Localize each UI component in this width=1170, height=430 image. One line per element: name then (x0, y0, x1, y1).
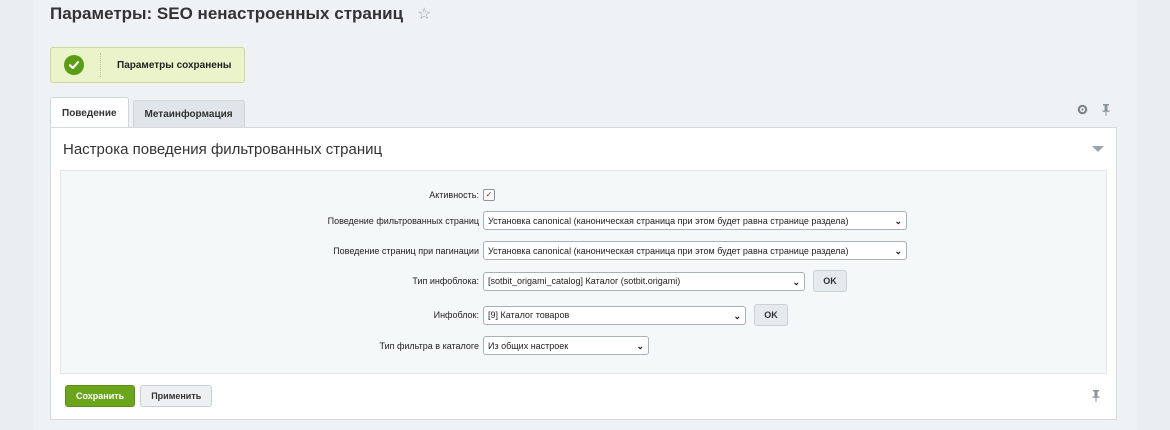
chevron-down-icon: ⌄ (894, 216, 902, 226)
active-label: Активность: (429, 190, 479, 200)
settings-panel: Настрока поведения фильтрованных страниц… (50, 127, 1117, 420)
page-title-text: Параметры: SEO ненастроенных страниц (50, 4, 404, 23)
notice-text: Параметры сохранены (117, 59, 232, 71)
row-filter-type: Тип фильтра в каталоге Из общих настроек… (61, 336, 649, 355)
form-area: Активность: ✓ Поведение фильтрованных ст… (60, 170, 1107, 374)
row-iblock-type: Тип инфоблока: [sotbit_origami_catalog] … (61, 270, 847, 292)
tab-metainfo[interactable]: Метаинформация (132, 100, 245, 127)
iblock-type-label: Тип инфоблока: (412, 276, 479, 286)
filtered-behavior-select[interactable]: Установка canonical (каноническая страни… (483, 211, 907, 230)
pagination-behavior-value: Установка canonical (каноническая страни… (488, 245, 849, 256)
iblock-type-value: [sotbit_origami_catalog] Каталог (sotbit… (488, 276, 681, 286)
chevron-down-icon: ⌄ (792, 276, 800, 287)
iblock-ok-button[interactable]: OK (754, 304, 788, 326)
success-notice: Параметры сохранены (50, 47, 245, 83)
iblock-type-select[interactable]: [sotbit_origami_catalog] Каталог (sotbit… (483, 271, 805, 291)
row-pagination-behavior: Поведение страниц при пагинации Установк… (61, 241, 907, 260)
form-footer: Сохранить Применить (65, 385, 213, 407)
checkmark-icon (64, 55, 84, 75)
tab-tools (1077, 104, 1110, 119)
settings-gear-icon[interactable] (1077, 104, 1088, 119)
chevron-down-icon: ⌄ (636, 341, 644, 351)
iblock-select[interactable]: [9] Каталог товаров ⌄ (483, 305, 746, 325)
favorite-star-icon[interactable]: ☆ (417, 4, 431, 24)
save-button[interactable]: Сохранить (65, 385, 136, 407)
page-title: Параметры: SEO ненастроенных страниц ☆ (50, 4, 431, 24)
row-iblock: Инфоблок: [9] Каталог товаров ⌄ OK (61, 304, 788, 326)
iblock-label: Инфоблок: (433, 310, 479, 320)
notice-divider (100, 53, 101, 77)
pagination-behavior-label: Поведение страниц при пагинации (333, 245, 479, 256)
tab-behavior[interactable]: Поведение (50, 97, 129, 128)
footer-pin-icon[interactable] (1092, 390, 1100, 405)
filter-type-label: Тип фильтра в каталоге (379, 340, 479, 351)
filtered-behavior-label: Поведение фильтрованных страниц (327, 215, 479, 226)
tab-bar: Поведение Метаинформация (50, 97, 245, 128)
row-active: Активность: ✓ (61, 189, 495, 201)
iblock-value: [9] Каталог товаров (488, 310, 570, 320)
active-checkbox[interactable]: ✓ (483, 189, 495, 201)
row-filtered-behavior: Поведение фильтрованных страниц Установк… (61, 211, 907, 230)
filter-type-select[interactable]: Из общих настроек ⌄ (483, 336, 649, 355)
filter-type-value: Из общих настроек (488, 340, 569, 351)
chevron-down-icon: ⌄ (733, 310, 741, 321)
collapse-arrow-icon[interactable] (1092, 146, 1104, 152)
filtered-behavior-value: Установка canonical (каноническая страни… (488, 215, 849, 226)
apply-button[interactable]: Применить (140, 385, 213, 407)
chevron-down-icon: ⌄ (894, 246, 902, 256)
pin-icon[interactable] (1102, 104, 1110, 119)
section-title: Настрока поведения фильтрованных страниц (63, 140, 383, 158)
pagination-behavior-select[interactable]: Установка canonical (каноническая страни… (483, 241, 907, 260)
iblock-type-ok-button[interactable]: OK (813, 270, 847, 292)
